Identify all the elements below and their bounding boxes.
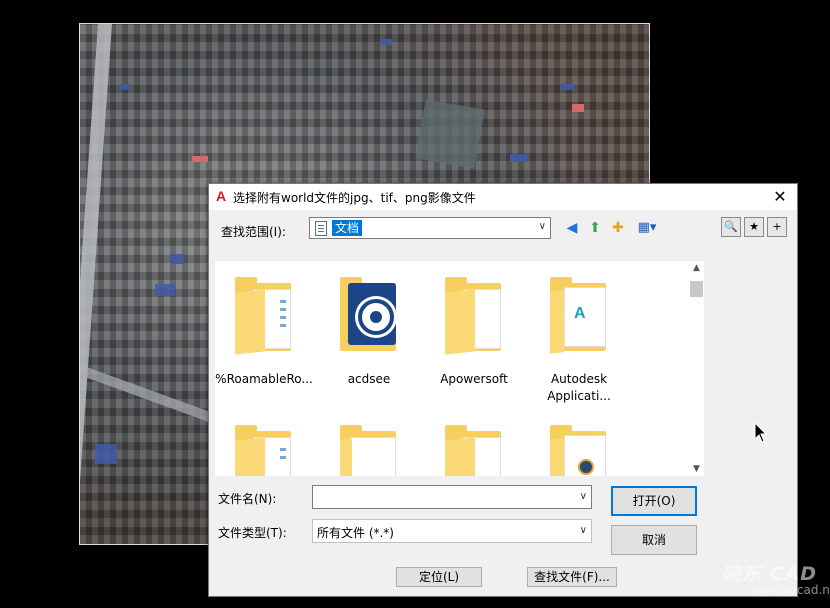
scroll-up-icon[interactable]: ▲ <box>689 263 704 273</box>
filetype-select[interactable]: 所有文件 (*.*) ∨ <box>312 519 592 543</box>
file-name: acdsee <box>347 372 391 386</box>
watermark: 晓东 CAD www.xdcad.net <box>722 559 830 603</box>
autocad-icon: A <box>215 188 227 204</box>
favorites-icon[interactable]: ★ <box>744 217 764 237</box>
red-roof <box>192 156 208 162</box>
watermark-logo: 晓东 CAD <box>722 563 818 585</box>
folder-icon <box>443 275 505 357</box>
open-button[interactable]: 打开(O) <box>611 486 697 516</box>
file-name: Autodesk Applicati... <box>547 372 611 403</box>
locate-button[interactable]: 定位(L) <box>396 567 482 587</box>
acdsee-folder-icon <box>338 275 400 357</box>
list-item[interactable]: %RoamableRo... <box>215 275 314 388</box>
view-menu-icon[interactable]: ▦▾ <box>633 218 661 238</box>
lookin-combo[interactable]: 文档 ∨ <box>309 217 551 239</box>
autodesk-folder-icon: A <box>548 275 610 357</box>
road <box>80 24 112 544</box>
file-list[interactable]: %RoamableRo... acdsee Apowersoft A Autod… <box>215 261 689 476</box>
list-item[interactable] <box>424 423 524 476</box>
mouse-cursor-icon <box>754 422 768 443</box>
filename-combo[interactable]: ∨ <box>312 485 592 509</box>
dialog-title: 选择附有world文件的jpg、tif、png影像文件 <box>233 191 476 205</box>
scroll-down-icon[interactable]: ▼ <box>689 464 704 474</box>
lookin-label: 查找范围(I): <box>221 225 286 239</box>
list-item[interactable] <box>319 423 419 476</box>
roof <box>510 154 528 162</box>
davinci-folder-icon <box>548 423 610 476</box>
chevron-down-icon[interactable]: ∨ <box>580 491 587 502</box>
file-name: Apowersoft <box>440 372 508 386</box>
folder-icon <box>233 423 295 476</box>
roof <box>380 39 392 45</box>
roof <box>95 444 117 464</box>
folder-icon <box>443 423 505 476</box>
list-item[interactable]: Apowersoft <box>424 275 524 388</box>
filetype-label: 文件类型(T): <box>218 526 287 540</box>
list-item[interactable]: A Autodesk Applicati... <box>529 275 629 405</box>
search-web-icon[interactable]: 🔍 <box>721 217 741 237</box>
folder-icon <box>233 275 295 357</box>
list-item[interactable]: acdsee <box>319 275 419 388</box>
chevron-down-icon[interactable]: ∨ <box>539 221 546 232</box>
red-roof <box>572 104 584 112</box>
cancel-button[interactable]: 取消 <box>611 525 697 555</box>
roof <box>560 84 574 90</box>
close-button[interactable]: ✕ <box>763 184 797 210</box>
file-name: %RoamableRo... <box>215 372 313 386</box>
watermark-url: www.xdcad.net <box>750 583 830 597</box>
dialog-titlebar[interactable]: A 选择附有world文件的jpg、tif、png影像文件 ✕ <box>209 184 797 210</box>
filetype-value: 所有文件 (*.*) <box>317 526 394 540</box>
add-favorites-icon[interactable]: + <box>767 217 787 237</box>
new-folder-icon[interactable]: ✚ <box>608 218 628 238</box>
pond <box>415 99 485 169</box>
find-file-button[interactable]: 查找文件(F)... <box>527 567 617 587</box>
document-icon <box>315 221 327 236</box>
list-item[interactable] <box>215 423 314 476</box>
scroll-thumb[interactable] <box>690 281 703 297</box>
file-open-dialog: A 选择附有world文件的jpg、tif、png影像文件 ✕ 查找范围(I):… <box>208 183 798 597</box>
back-icon[interactable]: ◀ <box>562 218 582 238</box>
lookin-value: 文档 <box>332 220 363 236</box>
folder-icon <box>338 423 400 476</box>
roof <box>170 254 184 264</box>
chevron-down-icon[interactable]: ∨ <box>580 525 587 536</box>
filename-label: 文件名(N): <box>218 492 277 506</box>
up-folder-icon[interactable]: ⬆ <box>585 218 605 238</box>
list-item[interactable] <box>529 423 629 476</box>
roof <box>155 284 175 296</box>
scrollbar[interactable]: ▲ ▼ <box>689 261 704 476</box>
roof <box>120 84 130 90</box>
